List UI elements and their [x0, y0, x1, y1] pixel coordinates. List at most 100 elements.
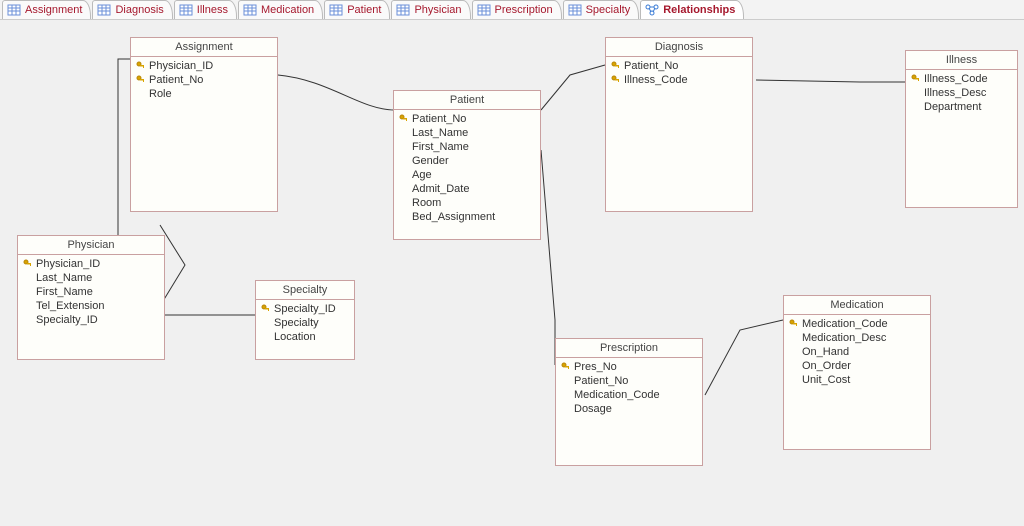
- field-row[interactable]: Illness_Desc: [908, 86, 1015, 100]
- field-row[interactable]: On_Order: [786, 359, 928, 373]
- field-name: Medication_Code: [802, 317, 888, 331]
- primary-key-icon: [610, 74, 622, 86]
- field-name: Bed_Assignment: [412, 210, 495, 224]
- field-row[interactable]: Room: [396, 196, 538, 210]
- tab-relationships[interactable]: Relationships: [640, 0, 744, 19]
- key-slot-empty: [560, 403, 572, 415]
- key-slot-empty: [788, 346, 800, 358]
- field-row[interactable]: Physician_ID: [133, 59, 275, 73]
- field-row[interactable]: Unit_Cost: [786, 373, 928, 387]
- field-row[interactable]: Physician_ID: [20, 257, 162, 271]
- field-row[interactable]: Medication_Code: [786, 317, 928, 331]
- relationships-canvas[interactable]: Assignment Physician_ID Patient_No Role …: [0, 20, 1024, 526]
- field-name: Patient_No: [412, 112, 466, 126]
- entity-illness[interactable]: Illness Illness_Code Illness_Desc Depart…: [905, 50, 1018, 208]
- field-row[interactable]: Department: [908, 100, 1015, 114]
- field-row[interactable]: Illness_Code: [608, 73, 750, 87]
- tab-label: Specialty: [586, 4, 631, 16]
- field-name: Unit_Cost: [802, 373, 850, 387]
- field-row[interactable]: On_Hand: [786, 345, 928, 359]
- field-row[interactable]: Patient_No: [558, 374, 700, 388]
- entity-medication[interactable]: Medication Medication_Code Medication_De…: [783, 295, 931, 450]
- tab-assignment[interactable]: Assignment: [2, 0, 91, 19]
- field-row[interactable]: Patient_No: [396, 112, 538, 126]
- field-row[interactable]: Dosage: [558, 402, 700, 416]
- field-row[interactable]: Tel_Extension: [20, 299, 162, 313]
- field-row[interactable]: Gender: [396, 154, 538, 168]
- entity-header: Patient: [394, 91, 540, 110]
- tab-label: Patient: [347, 4, 381, 16]
- entity-patient[interactable]: Patient Patient_No Last_Name First_Name …: [393, 90, 541, 240]
- entity-header: Diagnosis: [606, 38, 752, 57]
- field-row[interactable]: Specialty_ID: [20, 313, 162, 327]
- field-row[interactable]: First_Name: [396, 140, 538, 154]
- field-row[interactable]: Medication_Desc: [786, 331, 928, 345]
- table-icon: [243, 4, 257, 16]
- key-slot-empty: [398, 197, 410, 209]
- primary-key-icon: [22, 258, 34, 270]
- primary-key-icon: [135, 74, 147, 86]
- field-row[interactable]: Patient_No: [133, 73, 275, 87]
- field-row[interactable]: Bed_Assignment: [396, 210, 538, 224]
- field-row[interactable]: Specialty: [258, 316, 352, 330]
- entity-fields: Patient_No Illness_Code: [606, 57, 752, 91]
- tab-illness[interactable]: Illness: [174, 0, 237, 19]
- field-row[interactable]: Admit_Date: [396, 182, 538, 196]
- entity-header: Specialty: [256, 281, 354, 300]
- tab-physician[interactable]: Physician: [391, 0, 470, 19]
- field-name: Patient_No: [149, 73, 203, 87]
- field-name: Last_Name: [412, 126, 468, 140]
- tab-specialty[interactable]: Specialty: [563, 0, 640, 19]
- primary-key-icon: [260, 303, 272, 315]
- tab-label: Relationships: [663, 4, 735, 16]
- entity-header: Assignment: [131, 38, 277, 57]
- field-row[interactable]: Medication_Code: [558, 388, 700, 402]
- entity-specialty[interactable]: Specialty Specialty_ID Specialty Locatio…: [255, 280, 355, 360]
- field-row[interactable]: Specialty_ID: [258, 302, 352, 316]
- key-slot-empty: [22, 314, 34, 326]
- key-slot-empty: [398, 169, 410, 181]
- field-row[interactable]: Patient_No: [608, 59, 750, 73]
- entity-fields: Patient_No Last_Name First_Name Gender A…: [394, 110, 540, 228]
- field-name: Illness_Desc: [924, 86, 986, 100]
- entity-fields: Physician_ID Last_Name First_Name Tel_Ex…: [18, 255, 164, 331]
- key-slot-empty: [22, 272, 34, 284]
- field-row[interactable]: First_Name: [20, 285, 162, 299]
- entity-fields: Pres_No Patient_No Medication_Code Dosag…: [556, 358, 702, 420]
- field-name: Illness_Code: [624, 73, 688, 87]
- tab-patient[interactable]: Patient: [324, 0, 390, 19]
- field-row[interactable]: Last_Name: [20, 271, 162, 285]
- field-name: Medication_Code: [574, 388, 660, 402]
- key-slot-empty: [560, 375, 572, 387]
- field-name: Patient_No: [574, 374, 628, 388]
- key-slot-empty: [260, 317, 272, 329]
- tab-medication[interactable]: Medication: [238, 0, 323, 19]
- field-row[interactable]: Pres_No: [558, 360, 700, 374]
- field-row[interactable]: Illness_Code: [908, 72, 1015, 86]
- field-row[interactable]: Role: [133, 87, 275, 101]
- entity-fields: Illness_Code Illness_Desc Department: [906, 70, 1017, 118]
- entity-fields: Medication_Code Medication_Desc On_Hand …: [784, 315, 930, 391]
- field-row[interactable]: Age: [396, 168, 538, 182]
- field-name: First_Name: [412, 140, 469, 154]
- entity-diagnosis[interactable]: Diagnosis Patient_No Illness_Code: [605, 37, 753, 212]
- field-name: Medication_Desc: [802, 331, 886, 345]
- table-icon: [477, 4, 491, 16]
- table-icon: [7, 4, 21, 16]
- tab-prescription[interactable]: Prescription: [472, 0, 562, 19]
- entity-prescription[interactable]: Prescription Pres_No Patient_No Medicati…: [555, 338, 703, 466]
- entity-header: Medication: [784, 296, 930, 315]
- primary-key-icon: [135, 60, 147, 72]
- entity-fields: Physician_ID Patient_No Role: [131, 57, 277, 105]
- primary-key-icon: [398, 113, 410, 125]
- entity-physician[interactable]: Physician Physician_ID Last_Name First_N…: [17, 235, 165, 360]
- field-name: Illness_Code: [924, 72, 988, 86]
- entity-assignment[interactable]: Assignment Physician_ID Patient_No Role: [130, 37, 278, 212]
- tab-diagnosis[interactable]: Diagnosis: [92, 0, 172, 19]
- field-row[interactable]: Location: [258, 330, 352, 344]
- field-name: Room: [412, 196, 441, 210]
- table-icon: [97, 4, 111, 16]
- key-slot-empty: [398, 141, 410, 153]
- field-row[interactable]: Last_Name: [396, 126, 538, 140]
- key-slot-empty: [788, 332, 800, 344]
